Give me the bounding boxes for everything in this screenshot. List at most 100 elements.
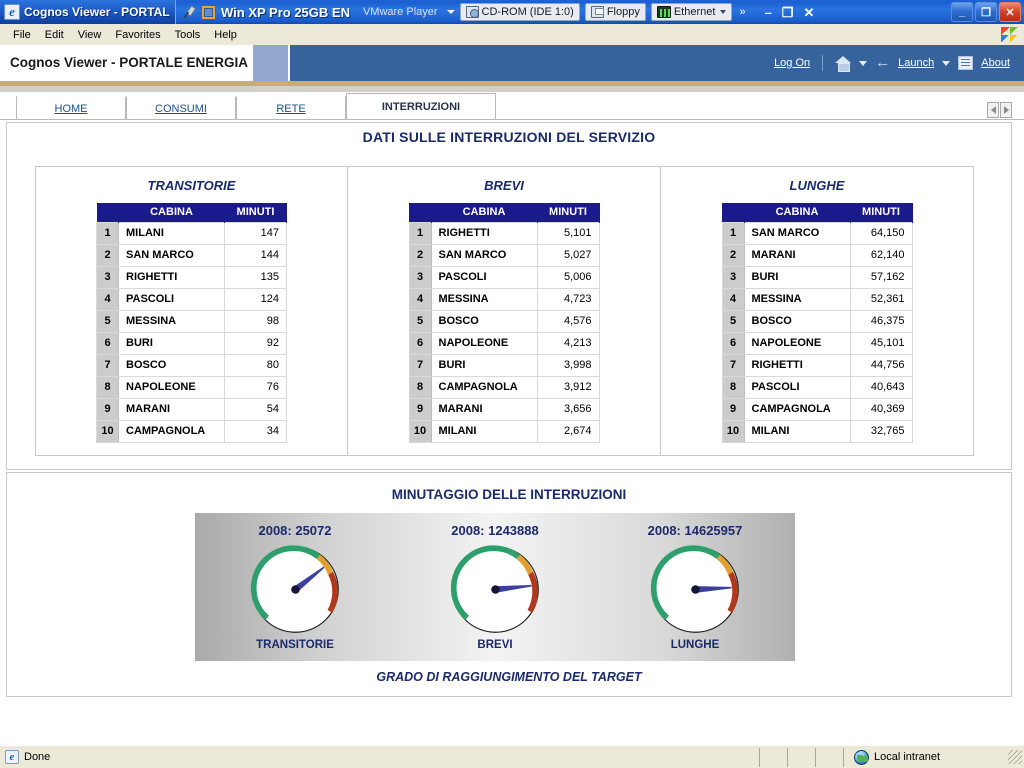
gauge-brevi: 2008: 1243888 BREVI: [405, 513, 585, 651]
gauge-transitorie-dial: [250, 545, 339, 633]
table-row: 4 MESSINA 4,723: [408, 287, 600, 311]
column-index: [409, 203, 432, 222]
row-minuti: 45,101: [849, 331, 913, 355]
vmware-player-menu[interactable]: VMware Player: [363, 6, 438, 18]
tab-rete-label[interactable]: RETE: [276, 103, 305, 115]
vm-minimize-button[interactable]: –: [765, 6, 772, 19]
report-icon[interactable]: [958, 56, 974, 70]
browser-logo: [994, 24, 1024, 45]
row-index: 1: [408, 221, 432, 245]
tab-home[interactable]: HOME: [16, 96, 126, 120]
header-accent-block: [253, 45, 288, 81]
vm-window-controls: – ❐ ✕: [765, 6, 815, 19]
row-minuti: 52,361: [849, 287, 913, 311]
row-minuti: 76: [224, 375, 287, 399]
browser-status-icon: [5, 750, 19, 764]
row-index: 7: [408, 353, 432, 377]
table-row: 10 MILANI 2,674: [408, 419, 600, 443]
menu-edit[interactable]: Edit: [38, 27, 71, 43]
menu-tools[interactable]: Tools: [168, 27, 208, 43]
table-row: 9 CAMPAGNOLA 40,369: [721, 397, 913, 421]
app-title: Cognos Viewer - PORTALE ENERGIA: [10, 55, 249, 70]
row-cabina: RIGHETTI: [430, 221, 538, 245]
launch-chevron-down-icon[interactable]: [942, 60, 951, 66]
status-text: Done: [24, 751, 51, 763]
cdrom-icon: [465, 6, 479, 18]
row-minuti: 46,375: [849, 309, 913, 333]
maximize-restore-button[interactable]: ❐: [975, 2, 997, 22]
log-on-link[interactable]: Log On: [774, 57, 810, 69]
table-cell-brevi: BREVI CABINA MINUTI 1 RIGHETTI 5,101 2 SAN …: [348, 166, 661, 456]
home-chevron-down-icon[interactable]: [859, 60, 868, 66]
row-cabina: RIGHETTI: [118, 265, 225, 289]
globe-icon: [854, 749, 869, 765]
table-row: 7 RIGHETTI 44,756: [721, 353, 913, 377]
table-caption-brevi: BREVI: [484, 178, 524, 193]
menu-favorites[interactable]: Favorites: [108, 27, 167, 43]
row-index: 3: [721, 265, 745, 289]
vmware-toolbar: Win XP Pro 25GB EN VMware Player CD-ROM …: [176, 0, 951, 24]
table-cell-transitorie: TRANSITORIE CABINA MINUTI 1 MILANI 147 2 SA…: [35, 166, 348, 456]
launch-link[interactable]: Launch: [898, 57, 934, 69]
row-index: 8: [96, 375, 119, 399]
row-minuti: 144: [224, 243, 287, 267]
row-index: 1: [96, 221, 119, 245]
tab-consumi-label[interactable]: CONSUMI: [155, 103, 207, 115]
table-row: 2 SAN MARCO 5,027: [408, 243, 600, 267]
toolbar-overflow-icon[interactable]: »: [739, 7, 745, 18]
row-minuti: 4,723: [536, 287, 600, 311]
table-header-row: CABINA MINUTI: [96, 203, 287, 222]
device-cdrom[interactable]: CD-ROM (IDE 1:0): [459, 3, 580, 21]
device-floppy-label: Floppy: [606, 6, 640, 18]
tab-scroll-left-button[interactable]: [987, 102, 999, 118]
row-index: 9: [721, 397, 745, 421]
row-cabina: SAN MARCO: [743, 221, 851, 245]
menu-help[interactable]: Help: [207, 27, 244, 43]
window-controls: _ ❐ ✕: [951, 2, 1024, 22]
minimize-button[interactable]: _: [951, 2, 973, 22]
row-index: 8: [721, 375, 745, 399]
back-arrow-icon[interactable]: ←: [875, 55, 890, 70]
ie-window-tab[interactable]: Cognos Viewer - PORTAL: [0, 0, 176, 24]
table-caption-transitorie: TRANSITORIE: [147, 178, 236, 193]
menu-file[interactable]: File: [6, 27, 38, 43]
row-cabina: PASCOLI: [430, 265, 538, 289]
about-link[interactable]: About: [981, 57, 1010, 69]
table-row: 6 NAPOLEONE 4,213: [408, 331, 600, 355]
vm-close-button[interactable]: ✕: [803, 6, 814, 19]
row-index: 1: [721, 221, 745, 245]
vm-restore-button[interactable]: ❐: [782, 6, 794, 19]
row-minuti: 147: [224, 221, 287, 245]
table-row: 5 BOSCO 46,375: [721, 309, 913, 333]
table-row: 9 MARANI 3,656: [408, 397, 600, 421]
row-index: 7: [96, 353, 119, 377]
device-ethernet[interactable]: Ethernet: [650, 3, 733, 21]
chevron-down-icon[interactable]: [720, 10, 727, 14]
device-floppy[interactable]: Floppy: [584, 3, 646, 21]
chevron-down-icon[interactable]: [446, 10, 455, 14]
row-index: 10: [96, 419, 119, 443]
resize-grip[interactable]: [1008, 750, 1022, 764]
tab-home-label[interactable]: HOME: [55, 103, 88, 115]
table-cell-lunghe: LUNGHE CABINA MINUTI 1 SAN MARCO 64,150 2M…: [661, 166, 974, 456]
home-icon[interactable]: [835, 56, 852, 72]
tab-interruzioni-label: INTERRUZIONI: [381, 101, 461, 113]
gauge-lunghe-value: 2008: 14625957: [647, 523, 743, 538]
table-header-row: CABINA MINUTI: [722, 203, 913, 222]
row-cabina: BOSCO: [118, 353, 225, 377]
gauges-title: MINUTAGGIO DELLE INTERRUZIONI: [391, 487, 627, 502]
tab-scroll-right-button[interactable]: [1000, 102, 1012, 118]
table-brevi: CABINA MINUTI 1 RIGHETTI 5,101 2 SAN MARCO 5…: [408, 203, 600, 443]
page-title: DATI SULLE INTERRUZIONI DEL SERVIZIO: [362, 129, 656, 145]
row-cabina: BURI: [118, 331, 225, 355]
tab-rete[interactable]: RETE: [236, 96, 346, 120]
pin-icon[interactable]: [179, 2, 198, 21]
tab-consumi[interactable]: CONSUMI: [126, 96, 236, 120]
close-button[interactable]: ✕: [999, 2, 1021, 22]
menu-view[interactable]: View: [71, 27, 109, 43]
security-zone-pane[interactable]: Local intranet: [844, 748, 1024, 767]
row-minuti: 64,150: [849, 221, 913, 245]
row-index: 9: [408, 397, 432, 421]
row-cabina: BOSCO: [430, 309, 538, 333]
tab-interruzioni[interactable]: INTERRUZIONI: [346, 93, 496, 120]
